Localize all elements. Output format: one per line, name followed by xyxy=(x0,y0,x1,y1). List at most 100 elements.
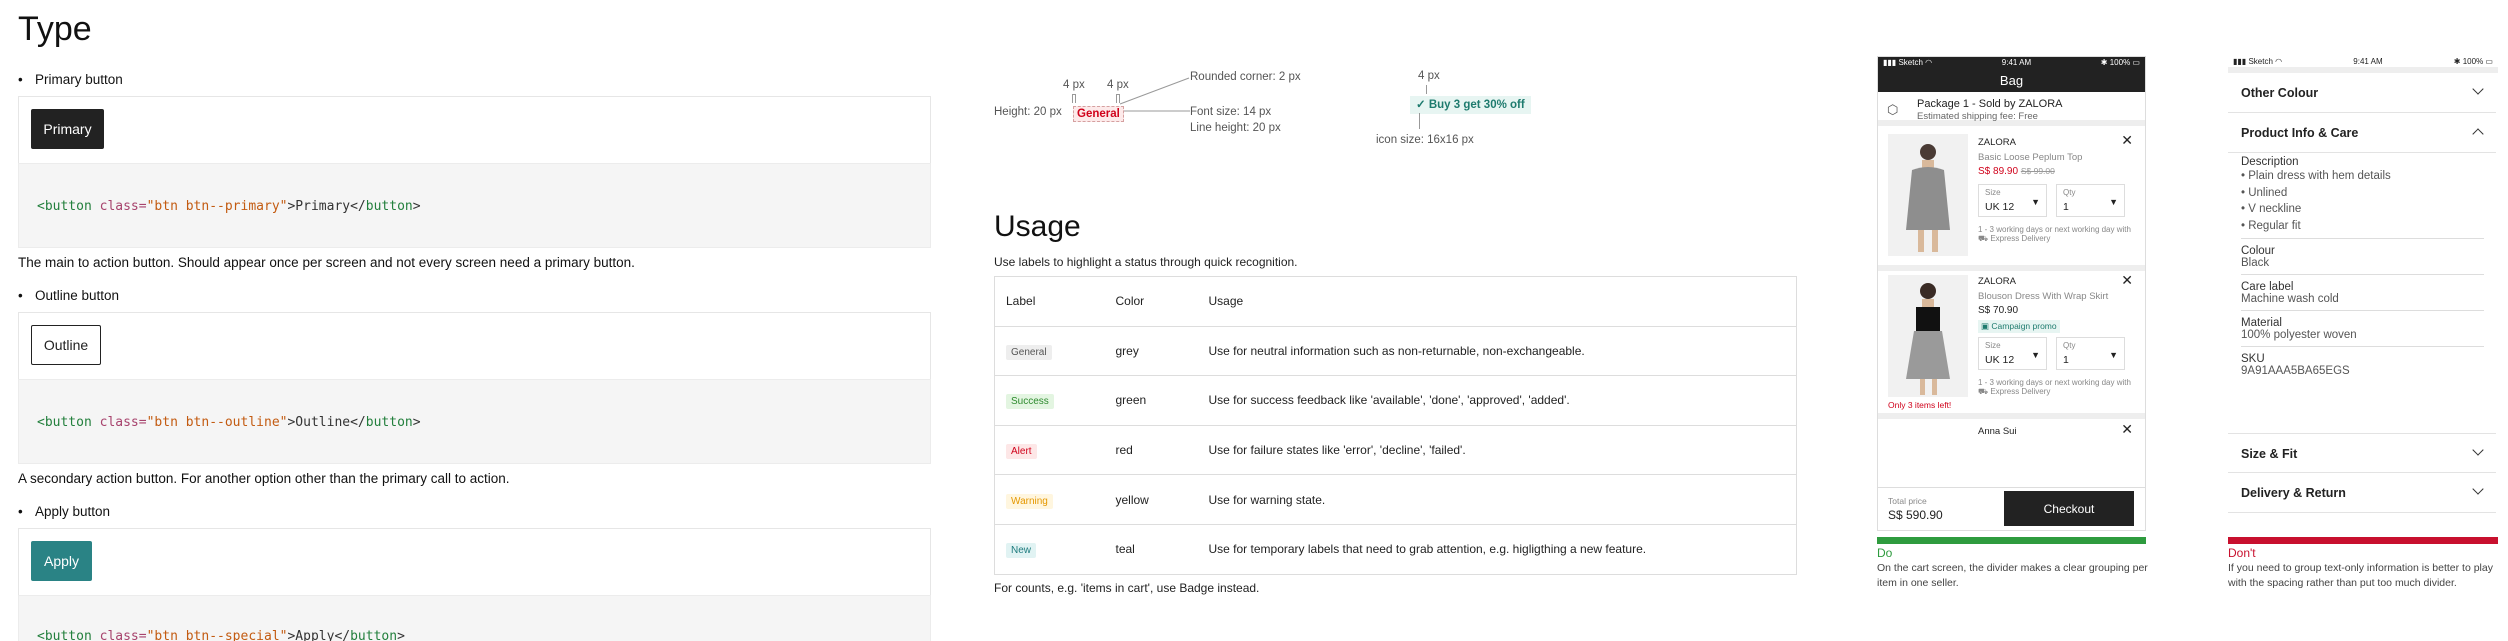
caret-down-icon: ▼ xyxy=(2109,350,2118,360)
table-row: Success green Use for success feedback l… xyxy=(994,375,1797,426)
material-value: 100% polyester woven xyxy=(2241,329,2357,341)
table-row: New teal Use for temporary labels that n… xyxy=(994,523,1797,575)
usage-cell: Use for temporary labels that need to gr… xyxy=(1197,523,1797,575)
colour-value: Black xyxy=(2241,257,2270,269)
icon-size-leader xyxy=(1419,113,1420,129)
outline-description: A secondary action button. For another o… xyxy=(18,471,510,486)
color-cell: red xyxy=(1104,424,1198,476)
usage-cell: Use for failure states like 'error', 'de… xyxy=(1197,424,1797,476)
brand-name: ZALORA xyxy=(1978,137,2017,148)
color-cell: grey xyxy=(1104,325,1198,377)
table-row: General grey Use for neutral information… xyxy=(994,325,1797,377)
caret-down-icon: ▼ xyxy=(2031,197,2040,207)
product-details: Description • Plain dress with hem detai… xyxy=(2241,156,2484,377)
description-list: • Plain dress with hem details • Unlined… xyxy=(2241,170,2391,232)
do-caption: On the cart screen, the divider makes a … xyxy=(1877,562,2148,589)
usage-cell: Use for warning state. xyxy=(1197,474,1797,525)
label-alert: Alert xyxy=(1006,444,1037,460)
usage-cell: Use for neutral information such as non-… xyxy=(1197,325,1797,377)
size-select[interactable]: Size UK 12 ▼ xyxy=(1978,337,2047,370)
accordion-delivery-return[interactable]: Delivery & Return xyxy=(2228,473,2496,513)
divider xyxy=(2241,274,2484,275)
remove-item-close-icon[interactable]: ✕ xyxy=(2121,421,2133,438)
shipping-fee: Estimated shipping fee: Free xyxy=(1917,111,2038,122)
promo-icon: ▣ xyxy=(1981,321,1990,331)
usage-table: Label Color Usage General grey Use for n… xyxy=(994,276,1797,575)
product-image xyxy=(1888,275,1968,397)
size-select[interactable]: Size UK 12 ▼ xyxy=(1978,184,2047,217)
color-cell: green xyxy=(1104,375,1198,426)
sale-price: S$ 89.90 S$ 99.00 xyxy=(1978,166,2055,177)
product-name: Blouson Dress With Wrap Skirt xyxy=(1978,291,2109,302)
usage-heading: Usage xyxy=(994,210,1081,243)
qty-select[interactable]: Qty 1 ▼ xyxy=(2056,337,2125,370)
total-label: Total price xyxy=(1888,496,1927,506)
delivery-info: 1 - 3 working days or next working day w… xyxy=(1978,225,2131,243)
do-label: Do xyxy=(1877,546,1893,560)
divider xyxy=(2241,346,2484,347)
care-label: Care label xyxy=(2241,281,2294,293)
battery-icon: ▭ xyxy=(2132,58,2140,67)
divider xyxy=(2241,310,2484,311)
header-usage: Usage xyxy=(1197,276,1797,327)
dont-indicator-bar xyxy=(2228,537,2498,544)
divider xyxy=(2241,238,2484,239)
bullet-primary: Primary button xyxy=(18,72,123,87)
signal-icon: ▮▮▮ xyxy=(2233,57,2247,66)
apply-button[interactable]: Apply xyxy=(31,541,92,581)
icon-size-annotation: icon size: 16x16 px xyxy=(1376,134,1474,146)
signal-icon: ▮▮▮ xyxy=(1883,58,1897,67)
do-indicator-bar xyxy=(1877,537,2146,544)
accordion-product-info[interactable]: Product Info & Care xyxy=(2228,113,2496,153)
label-success: Success xyxy=(1006,394,1054,410)
phone-dont-mockup: ▮▮▮ Sketch ◠ 9:41 AM ✱ 100% ▭ Other Colo… xyxy=(2228,56,2498,517)
table-row: Alert red Use for failure states like 'e… xyxy=(994,424,1797,476)
sku-label: SKU xyxy=(2241,353,2265,365)
cart-item: ZALORA ✕ Basic Loose Peplum Top S$ 89.90… xyxy=(1878,126,2145,271)
usage-table-header: Label Color Usage xyxy=(994,276,1797,327)
chevron-down-icon xyxy=(2472,483,2484,495)
accordion-other-colour[interactable]: Other Colour xyxy=(2228,73,2496,113)
status-bar: ▮▮▮ Sketch ◠ 9:41 AM ✱ 100% ▭ xyxy=(1878,57,2145,68)
outline-code-block: <button class="btn btn--outline">Outline… xyxy=(18,379,931,464)
wifi-icon: ◠ xyxy=(1925,58,1933,67)
price: S$ 70.90 xyxy=(1978,305,2019,316)
primary-demo: Primary xyxy=(18,96,931,163)
battery-icon: ▭ xyxy=(2485,57,2493,66)
product-image xyxy=(1888,134,1968,256)
colour-label: Colour xyxy=(2241,245,2275,257)
dont-label: Don't xyxy=(2228,546,2256,560)
promo-tag-sample: ✓ Buy 3 get 30% off xyxy=(1410,95,1531,114)
dont-caption: If you need to group text-only informati… xyxy=(2228,562,2493,589)
phone-do-mockup: ▮▮▮ Sketch ◠ 9:41 AM ✱ 100% ▭ Bag ⬡ Pack… xyxy=(1877,56,2146,531)
icon-padding-annotation: 4 px xyxy=(1418,70,1440,82)
bluetooth-icon: ✱ xyxy=(2100,58,2108,67)
campaign-promo-tag: ▣ Campaign promo xyxy=(1978,320,2060,333)
cart-item: ZALORA ✕ Blouson Dress With Wrap Skirt S… xyxy=(1878,271,2145,419)
caret-down-icon: ▼ xyxy=(2031,350,2040,360)
accordion-size-fit[interactable]: Size & Fit xyxy=(2228,433,2496,473)
bluetooth-icon: ✱ xyxy=(2453,57,2461,66)
qty-select[interactable]: Qty 1 ▼ xyxy=(2056,184,2125,217)
chevron-up-icon xyxy=(2472,128,2484,140)
chevron-down-icon xyxy=(2472,444,2484,456)
outline-button[interactable]: Outline xyxy=(31,325,101,365)
primary-button[interactable]: Primary xyxy=(31,109,104,149)
remove-item-close-icon[interactable]: ✕ xyxy=(2121,272,2133,289)
stock-warning: Only 3 items left! xyxy=(1888,400,1952,410)
rounded-corner-annotation: Rounded corner: 2 px xyxy=(1190,71,1301,83)
delivery-info: 1 - 3 working days or next working day w… xyxy=(1978,378,2131,396)
brand-name: Anna Sui xyxy=(1978,426,2017,437)
package-icon: ⬡ xyxy=(1887,102,1899,117)
remove-item-close-icon[interactable]: ✕ xyxy=(2121,132,2133,149)
color-cell: yellow xyxy=(1104,474,1198,525)
checkout-button[interactable]: Checkout xyxy=(2004,491,2134,526)
outline-demo: Outline xyxy=(18,312,931,379)
header-label: Label xyxy=(994,276,1105,327)
package-title: Package 1 - Sold by ZALORA xyxy=(1917,98,2063,110)
truck-icon: ⛟ xyxy=(1978,234,1989,243)
usage-intro: Use labels to highlight a status through… xyxy=(994,255,1298,269)
sku-value: 9A91AAA5BA65EGS xyxy=(2241,365,2350,377)
font-size-annotation: Font size: 14 px xyxy=(1190,106,1272,118)
apply-demo: Apply xyxy=(18,528,931,595)
